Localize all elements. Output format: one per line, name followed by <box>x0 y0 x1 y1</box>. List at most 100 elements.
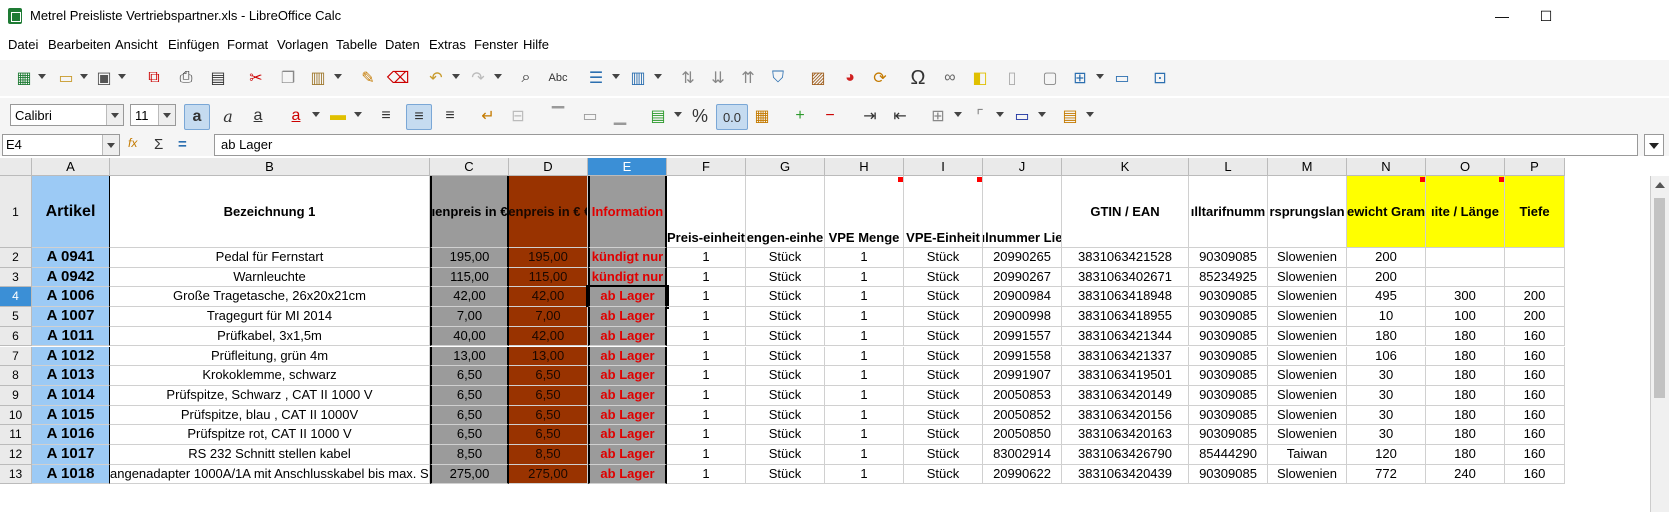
cell-d2[interactable]: 195,00 <box>509 248 588 268</box>
align-top-icon[interactable]: ▔ <box>546 104 570 128</box>
sort-icon[interactable]: ⇅ <box>676 66 700 90</box>
cell-a6[interactable]: A 1011 <box>32 326 110 347</box>
cell-o6[interactable]: 180 <box>1426 326 1505 347</box>
cell-j3[interactable]: 20990267 <box>983 267 1062 288</box>
cell-d5[interactable]: 7,00 <box>509 307 588 327</box>
cell-b10[interactable]: Prüfspitze, blau , CAT II 1000V <box>110 405 430 426</box>
cell-l7[interactable]: 90309085 <box>1189 346 1268 367</box>
header-cell-a[interactable]: Artikel <box>32 176 110 248</box>
header-cell-j[interactable]: ılnummer Lie <box>983 176 1062 248</box>
cell-h9[interactable]: 1 <box>825 385 904 406</box>
cell-i5[interactable]: Stück <box>904 307 983 327</box>
cell-o12[interactable]: 180 <box>1426 445 1505 465</box>
delete-decimal-icon[interactable]: − <box>818 104 842 128</box>
cell-l6[interactable]: 90309085 <box>1189 326 1268 347</box>
cell-n9[interactable]: 30 <box>1347 385 1426 406</box>
cell-p8[interactable]: 160 <box>1505 366 1565 386</box>
column-header-k[interactable]: K <box>1062 158 1189 176</box>
header-cell-c[interactable]: ıenpreis in € <box>430 176 509 248</box>
cell-o9[interactable]: 180 <box>1426 385 1505 406</box>
cell-k5[interactable]: 3831063418955 <box>1062 307 1189 327</box>
cell-o7[interactable]: 180 <box>1426 346 1505 367</box>
cell-p2[interactable] <box>1505 248 1565 268</box>
header-cell-h[interactable]: VPE Menge <box>825 176 904 248</box>
cell-e8[interactable]: ab Lager <box>588 366 667 386</box>
cell-c11[interactable]: 6,50 <box>430 425 509 445</box>
cell-i4[interactable]: Stück <box>904 287 983 308</box>
cell-j11[interactable]: 20050850 <box>983 425 1062 445</box>
merge-cells-icon[interactable]: ⊟ <box>506 104 530 128</box>
menu-daten[interactable]: Daten <box>385 37 420 52</box>
spelling-icon[interactable]: Abc <box>546 66 570 90</box>
cell-i7[interactable]: Stück <box>904 346 983 367</box>
scrollbar-thumb[interactable] <box>1654 198 1665 398</box>
cell-j13[interactable]: 20990622 <box>983 464 1062 485</box>
cell-o3[interactable] <box>1426 267 1505 288</box>
cell-g4[interactable]: Stück <box>746 287 825 308</box>
cell-h6[interactable]: 1 <box>825 326 904 347</box>
cell-k11[interactable]: 3831063420163 <box>1062 425 1189 445</box>
cell-o8[interactable]: 180 <box>1426 366 1505 386</box>
cell-a10[interactable]: A 1015 <box>32 405 110 426</box>
menu-tabelle[interactable]: Tabelle <box>336 37 377 52</box>
row-header-12[interactable]: 12 <box>0 445 32 465</box>
cell-h12[interactable]: 1 <box>825 445 904 465</box>
cell-j4[interactable]: 20900984 <box>983 287 1062 308</box>
row-header-13[interactable]: 13 <box>0 464 32 485</box>
print-icon[interactable]: ⎙ <box>174 66 198 90</box>
italic-icon[interactable]: a <box>216 104 240 128</box>
cell-l10[interactable]: 90309085 <box>1189 405 1268 426</box>
cell-j6[interactable]: 20991557 <box>983 326 1062 347</box>
cell-n2[interactable]: 200 <box>1347 248 1426 268</box>
border-style-icon[interactable]: ⌜ <box>968 104 992 128</box>
cell-b13[interactable]: angenadapter 1000A/1A mit Anschlusskabel… <box>110 464 430 485</box>
cell-g9[interactable]: Stück <box>746 385 825 406</box>
cell-i8[interactable]: Stück <box>904 366 983 386</box>
cell-h11[interactable]: 1 <box>825 425 904 445</box>
cell-g12[interactable]: Stück <box>746 445 825 465</box>
cell-l13[interactable]: 90309085 <box>1189 464 1268 485</box>
menu-einfuegen[interactable]: Einfügen <box>168 37 219 52</box>
cell-c13[interactable]: 275,00 <box>430 464 509 485</box>
print-preview-icon[interactable]: ▤ <box>206 66 230 90</box>
align-right-icon[interactable]: ≡ <box>438 104 462 128</box>
bold-icon[interactable]: a <box>184 104 210 130</box>
cell-d3[interactable]: 115,00 <box>509 267 588 288</box>
new-icon[interactable]: ▦ <box>12 66 36 90</box>
column-header-j[interactable]: J <box>983 158 1062 176</box>
number-format-icon[interactable]: 0.0 <box>716 104 748 130</box>
cell-c6[interactable]: 40,00 <box>430 326 509 347</box>
cell-p6[interactable]: 160 <box>1505 326 1565 347</box>
cell-f13[interactable]: 1 <box>667 464 746 485</box>
row-header-8[interactable]: 8 <box>0 366 32 386</box>
cell-e6[interactable]: ab Lager <box>588 326 667 347</box>
menu-vorlagen[interactable]: Vorlagen <box>277 37 328 52</box>
border-color-icon[interactable]: ▭ <box>1010 104 1034 128</box>
cell-l12[interactable]: 85444290 <box>1189 445 1268 465</box>
cell-a13[interactable]: A 1018 <box>32 464 110 485</box>
cell-h8[interactable]: 1 <box>825 366 904 386</box>
align-center-icon[interactable]: ≡ <box>406 104 432 130</box>
cell-g8[interactable]: Stück <box>746 366 825 386</box>
cell-k3[interactable]: 3831063402671 <box>1062 267 1189 288</box>
cell-m3[interactable]: Slowenien <box>1268 267 1347 288</box>
cell-a12[interactable]: A 1017 <box>32 445 110 465</box>
increase-indent-icon[interactable]: ⇥ <box>858 104 882 128</box>
autofilter-icon[interactable]: ⛉ <box>766 66 790 90</box>
header-cell-o[interactable]: ıite / Länge <box>1426 176 1505 248</box>
clear-formatting-icon[interactable]: ⌫ <box>386 66 410 90</box>
vertical-scrollbar[interactable] <box>1650 176 1669 512</box>
header-cell-p[interactable]: Tiefe <box>1505 176 1565 248</box>
menu-ansicht[interactable]: Ansicht <box>115 37 158 52</box>
header-cell-k[interactable]: GTIN / EAN <box>1062 176 1189 248</box>
row-header-5[interactable]: 5 <box>0 307 32 327</box>
maximize-button[interactable]: ☐ <box>1526 4 1566 28</box>
cell-m5[interactable]: Slowenien <box>1268 307 1347 327</box>
cell-g10[interactable]: Stück <box>746 405 825 426</box>
cell-e4[interactable]: ab Lager <box>586 285 669 310</box>
pivot-table-icon[interactable]: ⟳ <box>868 66 892 90</box>
menu-bearbeiten[interactable]: Bearbeiten <box>48 37 111 52</box>
cell-h10[interactable]: 1 <box>825 405 904 426</box>
cell-i2[interactable]: Stück <box>904 248 983 268</box>
cell-b9[interactable]: Prüfspitze, Schwarz , CAT II 1000 V <box>110 385 430 406</box>
